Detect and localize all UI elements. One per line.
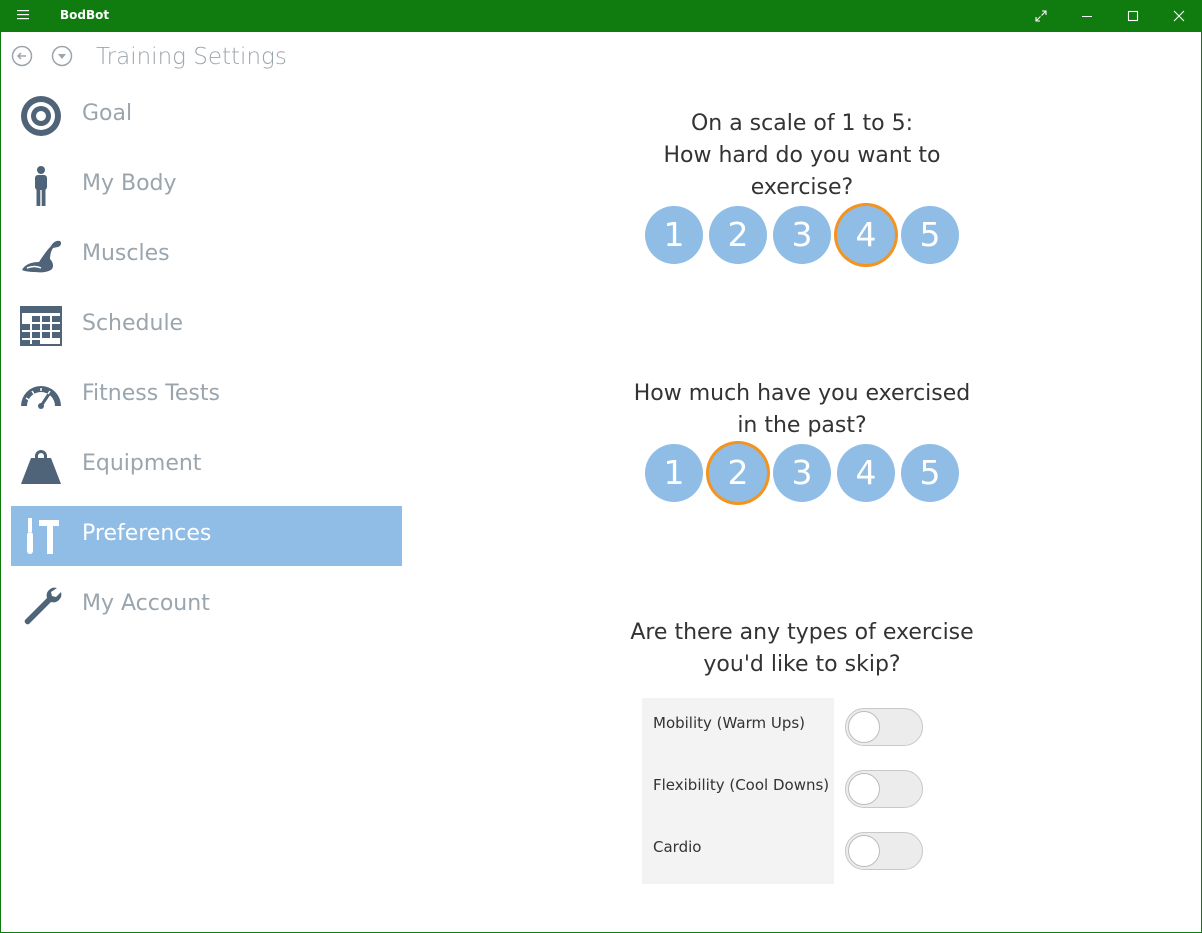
wrench-icon bbox=[19, 584, 63, 628]
sidebar-nav: Goal My Body Muscles Schedule Fitness Te… bbox=[11, 86, 402, 646]
question-line: How much have you exercised bbox=[633, 381, 971, 406]
back-arrow-icon[interactable] bbox=[11, 45, 33, 71]
sidebar-item-my-body[interactable]: My Body bbox=[11, 156, 402, 216]
sidebar-item-label: Equipment bbox=[82, 451, 202, 476]
question-line: On a scale of 1 to 5: bbox=[690, 111, 914, 136]
question-line: you'd like to skip? bbox=[703, 652, 901, 677]
minimize-button[interactable] bbox=[1064, 1, 1110, 32]
intensity-option-2[interactable]: 2 bbox=[709, 206, 767, 264]
intensity-scale: 1 2 3 4 5 bbox=[645, 206, 965, 266]
history-option-1[interactable]: 1 bbox=[645, 444, 703, 502]
fullscreen-button[interactable] bbox=[1018, 1, 1064, 32]
title-bar: BodBot bbox=[1, 1, 1201, 32]
intensity-option-5[interactable]: 5 bbox=[901, 206, 959, 264]
minimize-icon bbox=[1082, 16, 1092, 17]
sidebar-item-muscles[interactable]: Muscles bbox=[11, 226, 402, 286]
sidebar-item-my-account[interactable]: My Account bbox=[11, 576, 402, 636]
sidebar-item-label: Preferences bbox=[82, 521, 212, 546]
history-option-5[interactable]: 5 bbox=[901, 444, 959, 502]
sidebar-item-label: My Body bbox=[82, 171, 177, 196]
skip-options-panel: Mobility (Warm Ups) Flexibility (Cool Do… bbox=[642, 698, 923, 884]
sidebar-item-label: Muscles bbox=[82, 241, 170, 266]
tools-icon bbox=[19, 514, 63, 558]
hamburger-menu-icon[interactable] bbox=[15, 7, 35, 25]
sidebar-item-goal[interactable]: Goal bbox=[11, 86, 402, 146]
sidebar-item-schedule[interactable]: Schedule bbox=[11, 296, 402, 356]
app-window: BodBot Training Settings Goal My Body Mu… bbox=[0, 0, 1202, 933]
mobility-toggle[interactable] bbox=[845, 708, 923, 746]
app-title: BodBot bbox=[60, 8, 110, 22]
sidebar-item-fitness-tests[interactable]: Fitness Tests bbox=[11, 366, 402, 426]
question-line: exercise? bbox=[750, 175, 854, 200]
history-option-4[interactable]: 4 bbox=[837, 444, 895, 502]
intensity-option-4[interactable]: 4 bbox=[837, 206, 895, 264]
skip-row-mobility: Mobility (Warm Ups) bbox=[642, 698, 942, 748]
intensity-question: On a scale of 1 to 5: How hard do you wa… bbox=[601, 108, 1003, 204]
sidebar-item-label: Schedule bbox=[82, 311, 184, 336]
intensity-option-1[interactable]: 1 bbox=[645, 206, 703, 264]
dropdown-circle-icon[interactable] bbox=[51, 45, 73, 71]
close-icon bbox=[1173, 10, 1185, 22]
question-line: in the past? bbox=[737, 413, 867, 438]
expand-icon bbox=[1035, 10, 1047, 22]
skip-label: Mobility (Warm Ups) bbox=[653, 714, 806, 732]
history-option-2[interactable]: 2 bbox=[709, 444, 767, 502]
sidebar-item-label: Goal bbox=[82, 101, 133, 126]
toggle-knob bbox=[848, 773, 880, 805]
toggle-knob bbox=[848, 835, 880, 867]
person-icon bbox=[19, 164, 63, 208]
flexibility-toggle[interactable] bbox=[845, 770, 923, 808]
intensity-option-3[interactable]: 3 bbox=[773, 206, 831, 264]
skip-row-cardio: Cardio bbox=[642, 822, 942, 872]
skip-question: Are there any types of exercise you'd li… bbox=[601, 617, 1003, 681]
question-line: Are there any types of exercise bbox=[630, 620, 974, 645]
close-button[interactable] bbox=[1156, 1, 1202, 32]
sidebar-item-equipment[interactable]: Equipment bbox=[11, 436, 402, 496]
cardio-toggle[interactable] bbox=[845, 832, 923, 870]
page-title: Training Settings bbox=[96, 44, 287, 70]
history-option-3[interactable]: 3 bbox=[773, 444, 831, 502]
sidebar-item-label: My Account bbox=[82, 591, 210, 616]
calendar-grid-icon bbox=[19, 304, 63, 348]
toggle-knob bbox=[848, 711, 880, 743]
maximize-icon bbox=[1127, 10, 1139, 22]
flexed-arm-icon bbox=[19, 234, 63, 278]
sidebar-item-label: Fitness Tests bbox=[82, 381, 220, 406]
history-question: How much have you exercised in the past? bbox=[601, 378, 1003, 442]
weight-icon bbox=[19, 444, 63, 488]
history-scale: 1 2 3 4 5 bbox=[645, 444, 965, 504]
target-icon bbox=[19, 94, 63, 138]
skip-label: Cardio bbox=[653, 838, 702, 856]
skip-label: Flexibility (Cool Downs) bbox=[653, 776, 830, 794]
sidebar-item-preferences[interactable]: Preferences bbox=[11, 506, 402, 566]
question-line: How hard do you want to bbox=[663, 143, 941, 168]
skip-row-flexibility: Flexibility (Cool Downs) bbox=[642, 760, 942, 810]
page-header: Training Settings bbox=[1, 33, 1201, 85]
gauge-icon bbox=[19, 374, 63, 418]
maximize-button[interactable] bbox=[1110, 1, 1156, 32]
